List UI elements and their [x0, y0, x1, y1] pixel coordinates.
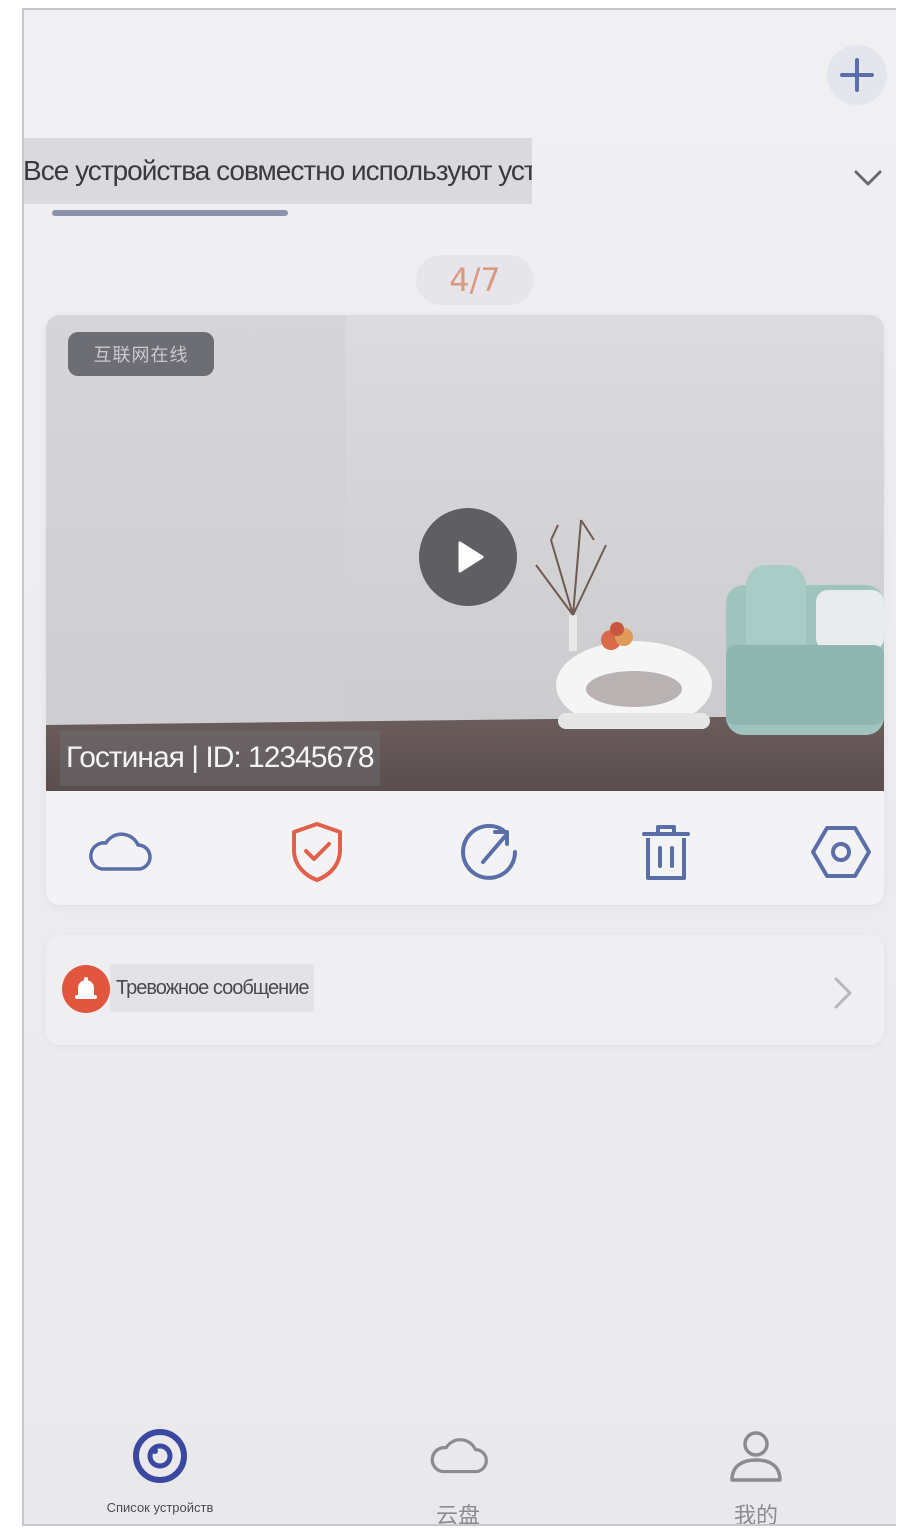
user-icon	[724, 1424, 788, 1488]
alarm-message-label: Тревожное сообщение	[110, 964, 315, 1012]
device-action-bar	[46, 791, 884, 905]
shield-check-icon	[292, 822, 342, 882]
share-button[interactable]	[456, 817, 526, 887]
settings-hexagon-icon	[811, 826, 871, 878]
chevron-down-icon[interactable]	[850, 160, 886, 196]
pager-indicator: 4/7	[416, 255, 534, 305]
settings-button[interactable]	[806, 817, 876, 887]
tab-profile[interactable]: 我的	[676, 1410, 836, 1526]
share-icon	[461, 823, 517, 880]
play-button[interactable]	[419, 508, 517, 606]
app-screen: | Все устройства совместно используют ус…	[22, 8, 896, 1526]
security-button[interactable]	[282, 817, 352, 887]
plus-icon	[840, 58, 874, 92]
chevron-right-icon	[834, 977, 852, 1009]
tab-cloud-disk[interactable]: 云盘	[378, 1410, 538, 1526]
camera-preview[interactable]: 互联网在线 Гостиная | ID: 12345678	[46, 315, 884, 791]
cloud-icon	[426, 1424, 490, 1488]
tab-label: 云盘	[435, 1503, 480, 1526]
tab-label: Список устройств	[106, 1500, 214, 1515]
filter-underline	[52, 210, 288, 216]
device-card: 互联网在线 Гостиная | ID: 12345678	[46, 315, 884, 905]
cloud-icon	[89, 832, 152, 871]
cloud-storage-button[interactable]	[84, 817, 154, 887]
bottom-tab-bar: Список устройств 云盘 我的	[24, 1410, 896, 1526]
delete-button[interactable]	[631, 817, 701, 887]
tab-label: 我的	[733, 1503, 778, 1526]
trash-icon	[642, 825, 690, 880]
camera-lens-icon	[128, 1424, 192, 1488]
alarm-message-row[interactable]: Тревожное сообщение	[46, 935, 884, 1045]
alarm-bell-icon	[62, 965, 110, 1013]
device-caption: Гостиная | ID: 12345678	[60, 730, 380, 786]
tab-device-list[interactable]: Список устройств	[80, 1410, 240, 1524]
play-icon	[458, 541, 484, 573]
device-filter-label[interactable]: | Все устройства совместно используют ус…	[24, 138, 532, 204]
online-status-tag: 互联网在线	[68, 332, 214, 376]
add-device-button[interactable]	[827, 45, 887, 105]
